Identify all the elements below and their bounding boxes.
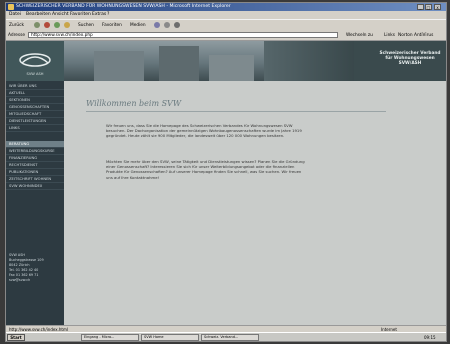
window-title: SCHWEIZERISCHER VERBAND FÜR WOHNUNGSWESE… [16, 4, 231, 9]
intro-paragraph: Wir freuen uns, dass Sie die Homepage de… [106, 123, 302, 139]
sidebar-item-wir-ber-uns[interactable]: WIR ÜBER UNS [6, 83, 64, 90]
page-heading: Willkommen beim SVW [86, 99, 182, 108]
main-content: Willkommen beim SVW Wir freuen uns, dass… [64, 81, 446, 325]
taskbar-item[interactable]: SVW Home [141, 334, 199, 341]
close-button[interactable]: x [434, 4, 441, 10]
sidebar-item-links[interactable]: LINKS [6, 125, 64, 132]
title-bar: SCHWEIZERISCHER VERBAND FÜR WOHNUNGSWESE… [6, 3, 446, 11]
site-sidebar: WIR ÜBER UNS AKTUELL SEKTIONEN GENOSSENSCHA… [6, 81, 64, 325]
back-button[interactable]: Zurück [9, 20, 24, 31]
sidebar-item-aktuell[interactable]: AKTUELL [6, 90, 64, 97]
url-input[interactable]: http://www.svw.ch/index.php [28, 32, 338, 38]
info-paragraph: Möchten Sie mehr über den SVW, seine Tät… [106, 159, 305, 180]
heading-divider [86, 111, 386, 112]
organization-name: Schweizerischer Verband für Wohnungswese… [379, 51, 441, 66]
media-button[interactable]: Medien [130, 20, 146, 31]
menu-extras[interactable]: Extras [92, 11, 106, 19]
browser-window: SCHWEIZERISCHER VERBAND FÜR WOHNUNGSWESE… [5, 2, 447, 342]
menu-bearbeiten[interactable]: Bearbeiten [26, 11, 51, 19]
site-logo[interactable]: SVW ASH [6, 41, 64, 81]
taskbar-item[interactable]: Eingang - Micro... [81, 334, 139, 341]
menu-datei[interactable]: Datei [9, 11, 21, 19]
refresh-icon[interactable] [54, 22, 60, 28]
norton-antivirus-button[interactable]: Norton AntiVirus [398, 31, 433, 40]
sidebar-item-sektionen[interactable]: SEKTIONEN [6, 97, 64, 104]
go-button[interactable]: Wechseln zu [346, 31, 373, 40]
banner-strip [264, 41, 354, 81]
menu-ansicht[interactable]: Ansicht [52, 11, 69, 19]
forward-icon[interactable] [34, 22, 40, 28]
links-button[interactable]: Links [384, 31, 395, 40]
sidebar-item-genossenschaften[interactable]: GENOSSENSCHAFTEN [6, 104, 64, 111]
address-label: Adresse [8, 33, 26, 38]
banner-photo [64, 41, 264, 81]
svw-logo-icon [19, 53, 51, 67]
contact-block: SVW ASH Bucheggstrasse 109 8042 Zürich Tel.… [9, 253, 61, 283]
menu-bar: Datei Bearbeiten Ansicht Favoriten Extra… [6, 11, 446, 19]
sidebar-item-zeitschrift-wohnen[interactable]: ZEITSCHRIFT WOHNEN [6, 176, 64, 183]
sidebar-item-beratung[interactable]: BERATUNG [6, 141, 64, 148]
start-button[interactable]: Start [7, 334, 25, 341]
site-banner: SVW ASH Schweizerischer Verband für Wohn… [6, 41, 446, 81]
sidebar-item-dienstleistungen[interactable]: DIENSTLEISTUNGEN [6, 118, 64, 125]
sidebar-item-publikationen[interactable]: PUBLIKATIONEN [6, 169, 64, 176]
sidebar-item-svw-wohnindex[interactable]: SVW WOHNINDEX [6, 183, 64, 190]
mail-icon[interactable] [164, 22, 170, 28]
menu-help[interactable]: ? [107, 11, 109, 19]
taskbar-clock: 09:15 [424, 335, 436, 340]
menu-favoriten[interactable]: Favoriten [70, 11, 91, 19]
print-icon[interactable] [174, 22, 180, 28]
home-icon[interactable] [64, 22, 70, 28]
address-bar: Adresse http://www.svw.ch/index.php Wech… [6, 31, 446, 41]
browser-icon [8, 4, 14, 10]
stop-icon[interactable] [44, 22, 50, 28]
maximize-button[interactable]: □ [425, 4, 432, 10]
sidebar-item-weiterbildungskurse[interactable]: WEITERBILDUNGSKURSE [6, 148, 64, 155]
sidebar-item-finanzierung[interactable]: FINANZIERUNG [6, 155, 64, 162]
sidebar-item-rechtsdienst[interactable]: RECHTSDIENST [6, 162, 64, 169]
favorites-button[interactable]: Favoriten [102, 20, 122, 31]
taskbar: Start Eingang - Micro... SVW Home Schwei… [6, 332, 446, 341]
minimize-button[interactable]: _ [417, 4, 424, 10]
taskbar-item[interactable]: Schweiz. Verband... [201, 334, 259, 341]
history-icon[interactable] [154, 22, 160, 28]
search-button[interactable]: Suchen [78, 20, 94, 31]
contact-email-link[interactable]: svw@svw.ch [9, 278, 61, 283]
logo-text: SVW ASH [26, 72, 44, 76]
sidebar-item-mitgliedschaft[interactable]: MITGLIEDSCHAFT [6, 111, 64, 118]
web-page: SVW ASH Schweizerischer Verband für Wohn… [6, 41, 446, 325]
